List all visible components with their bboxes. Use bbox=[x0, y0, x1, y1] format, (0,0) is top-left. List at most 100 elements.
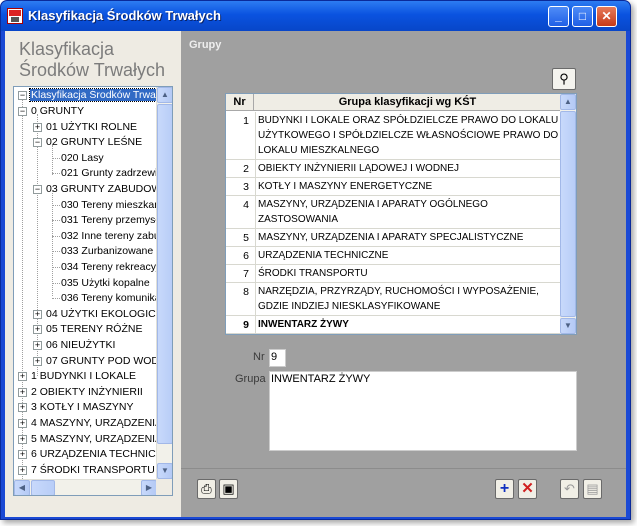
col-header-nr[interactable]: Nr bbox=[226, 94, 254, 111]
classification-tree[interactable]: − Klasyfikacja Środków Trwałych −0 GRUNT… bbox=[13, 86, 173, 496]
row-nr: 8 bbox=[243, 286, 249, 298]
tree-expander-icon[interactable]: + bbox=[18, 372, 27, 382]
tree-expander-icon[interactable]: + bbox=[18, 434, 27, 444]
save-button[interactable]: ▤ bbox=[583, 479, 602, 499]
tree-item[interactable]: 035 Użytki kopalne bbox=[60, 276, 151, 291]
nr-field[interactable]: 9 bbox=[269, 349, 286, 367]
tree-expander-icon[interactable]: + bbox=[18, 465, 27, 475]
grid-scroll-thumb[interactable] bbox=[560, 111, 576, 317]
tree-item[interactable]: 04 UŻYTKI EKOLOGICZNE bbox=[45, 307, 172, 322]
undo-icon: ↶ bbox=[564, 481, 575, 496]
col-header-group[interactable]: Grupa klasyfikacji wg KŚT bbox=[254, 94, 561, 111]
tree-expander-icon[interactable]: − bbox=[18, 107, 27, 116]
tree-item[interactable]: 5 MASZYNY, URZĄDZENIA bbox=[30, 432, 163, 447]
collapse-root-icon[interactable]: − bbox=[18, 91, 27, 100]
tree-expander-icon[interactable]: − bbox=[33, 138, 42, 148]
table-row[interactable]: 1 BUDYNKI I LOKALE ORAZ SPÓŁDZIELCZE PRAW… bbox=[226, 112, 561, 160]
app-icon bbox=[7, 8, 23, 24]
tree-item-label: 0 GRUNTY bbox=[31, 105, 85, 117]
nr-label: Nr bbox=[253, 351, 265, 363]
tree-item-label: 05 TERENY RÓŻNE bbox=[46, 323, 143, 336]
tree-item[interactable]: 02 GRUNTY LEŚNE bbox=[45, 135, 143, 150]
tree-item[interactable]: 4 MASZYNY, URZĄDZENIA bbox=[30, 416, 163, 431]
tree-item[interactable]: 07 GRUNTY POD WODAMI bbox=[45, 354, 173, 369]
tree-item[interactable]: 6 URZĄDZENIA TECHNICZNE bbox=[30, 447, 173, 462]
maximize-button[interactable]: □ bbox=[572, 6, 593, 27]
delete-x-icon: ✕ bbox=[521, 480, 534, 497]
table-row[interactable]: 3 KOTŁY I MASZYNY ENERGETYCZNE bbox=[226, 178, 561, 196]
tree-item[interactable]: 1 BUDYNKI I LOKALE bbox=[30, 369, 137, 384]
tree-expander-icon[interactable]: + bbox=[33, 325, 42, 335]
grid-scroll-up-icon[interactable]: ▲ bbox=[560, 94, 576, 110]
table-row[interactable]: 8 NARZĘDZIA, PRZYRZĄDY, RUCHOMOŚCI I WYPO… bbox=[226, 283, 561, 316]
grid-scroll-down-icon[interactable]: ▼ bbox=[560, 318, 576, 334]
tree-expander-icon[interactable]: + bbox=[18, 387, 27, 397]
tree-expander-icon[interactable]: + bbox=[18, 403, 27, 413]
row-nr: 4 bbox=[243, 199, 249, 211]
tree-item[interactable]: 0 GRUNTY bbox=[30, 104, 85, 119]
table-row[interactable]: 5 MASZYNY, URZĄDZENIA I APARATY SPECJALIS… bbox=[226, 229, 561, 247]
tree-vertical-scrollbar[interactable]: ▲ ▼ bbox=[156, 87, 172, 479]
row-group-text: OBIEKTY INŻYNIERII LĄDOWEJ I WODNEJ bbox=[255, 160, 561, 177]
tree-item[interactable]: 03 GRUNTY ZABUDOWANE bbox=[45, 182, 172, 197]
tree-item[interactable]: 05 TERENY RÓŻNE bbox=[45, 322, 143, 337]
delete-button[interactable]: ✕ bbox=[518, 479, 537, 499]
tree-root[interactable]: Klasyfikacja Środków Trwałych bbox=[29, 88, 172, 103]
tree-expander-icon[interactable]: + bbox=[33, 309, 42, 319]
tree-line bbox=[37, 114, 38, 376]
tree-item[interactable]: 2 OBIEKTY INŻYNIERII bbox=[30, 385, 144, 400]
tree-hscroll-thumb[interactable] bbox=[31, 480, 55, 495]
grupa-label: Grupa bbox=[235, 373, 266, 385]
close-icon: ✕ bbox=[601, 9, 612, 23]
scroll-up-icon[interactable]: ▲ bbox=[157, 87, 172, 103]
row-group-text: ŚRODKI TRANSPORTU bbox=[255, 265, 561, 282]
grid-vertical-scrollbar[interactable]: ▲ ▼ bbox=[560, 94, 576, 334]
table-row[interactable]: 9 INWENTARZ ŻYWY bbox=[226, 316, 561, 334]
minimize-button[interactable]: _ bbox=[548, 6, 569, 27]
scroll-down-icon[interactable]: ▼ bbox=[157, 463, 172, 479]
add-button[interactable]: + bbox=[495, 479, 514, 499]
preview-button[interactable]: ▣ bbox=[219, 479, 238, 499]
tree-item[interactable]: 7 ŚRODKI TRANSPORTU bbox=[30, 463, 156, 478]
tree-line bbox=[52, 251, 60, 253]
tree-item[interactable]: 01 UŻYTKI ROLNE bbox=[45, 120, 138, 135]
grupa-field[interactable]: INWENTARZ ŻYWY bbox=[269, 371, 577, 451]
title-bar[interactable]: Klasyfikacja Środków Trwałych _ □ ✕ bbox=[1, 1, 630, 31]
tree-item-label: 07 GRUNTY POD WODAMI bbox=[46, 354, 173, 367]
tree-item-label: 6 URZĄDZENIA TECHNICZNE bbox=[31, 448, 173, 461]
tree-line bbox=[52, 220, 60, 222]
tree-expander-icon[interactable]: + bbox=[33, 356, 42, 366]
groups-grid[interactable]: Nr Grupa klasyfikacji wg KŚT 1 BUDYNKI I … bbox=[225, 93, 577, 335]
undo-button[interactable]: ↶ bbox=[560, 479, 579, 499]
tree-item[interactable]: 020 Lasy bbox=[60, 151, 105, 166]
row-group-text: KOTŁY I MASZYNY ENERGETYCZNE bbox=[255, 178, 561, 195]
tree-horizontal-scrollbar[interactable]: ◀ ▶ bbox=[14, 479, 157, 495]
row-group-text: INWENTARZ ŻYWY bbox=[255, 316, 561, 333]
table-row[interactable]: 7 ŚRODKI TRANSPORTU bbox=[226, 265, 561, 283]
scroll-left-icon[interactable]: ◀ bbox=[14, 480, 30, 495]
tree-expander-icon[interactable]: + bbox=[33, 341, 42, 350]
row-nr: 9 bbox=[243, 319, 249, 331]
tree-scroll-thumb[interactable] bbox=[157, 104, 172, 444]
toolbar-separator bbox=[181, 468, 626, 469]
print-button[interactable]: ⎙ bbox=[197, 479, 216, 499]
tree-item[interactable]: 3 KOTŁY I MASZYNY bbox=[30, 400, 135, 415]
tree-item[interactable]: 034 Tereny rekreacyjne bbox=[60, 260, 171, 275]
row-group-text: MASZYNY, URZĄDZENIA I APARATY OGÓLNEGO Z… bbox=[255, 196, 561, 228]
client-area: Klasyfikacja Środków Trwałych − Klasyfik… bbox=[5, 31, 626, 517]
close-button[interactable]: ✕ bbox=[596, 6, 617, 27]
tree-expander-icon[interactable]: + bbox=[18, 419, 27, 428]
table-row[interactable]: 6 URZĄDZENIA TECHNICZNE bbox=[226, 247, 561, 265]
tree-expander-icon[interactable]: + bbox=[33, 122, 42, 132]
tree-expander-icon[interactable]: − bbox=[33, 185, 42, 194]
row-nr: 1 bbox=[243, 115, 249, 127]
groups-panel: Grupy ⚲ Nr Grupa klasyfikacji wg KŚT 1 BU… bbox=[181, 31, 626, 517]
tree-expander-icon[interactable]: + bbox=[18, 450, 27, 460]
scroll-right-icon[interactable]: ▶ bbox=[141, 480, 157, 495]
table-row[interactable]: 4 MASZYNY, URZĄDZENIA I APARATY OGÓLNEGO … bbox=[226, 196, 561, 229]
search-button[interactable]: ⚲ bbox=[552, 68, 576, 90]
tree-line bbox=[22, 99, 23, 487]
tree-item[interactable]: 06 NIEUŻYTKI bbox=[45, 338, 116, 353]
row-nr: 2 bbox=[243, 163, 249, 175]
table-row[interactable]: 2 OBIEKTY INŻYNIERII LĄDOWEJ I WODNEJ bbox=[226, 160, 561, 178]
